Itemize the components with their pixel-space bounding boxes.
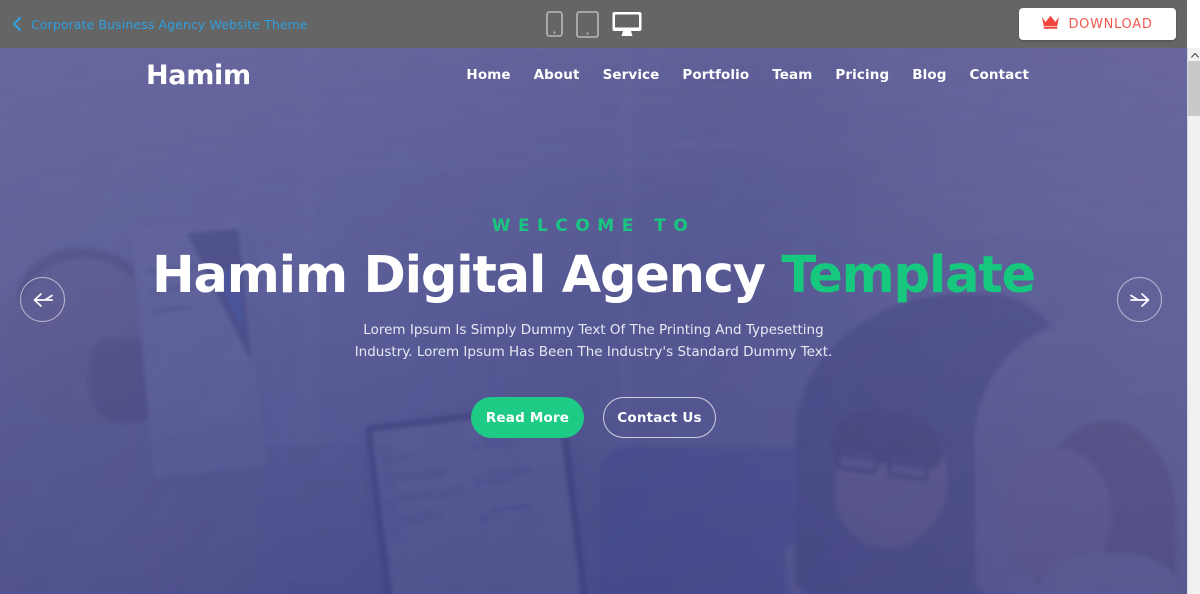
desktop-icon[interactable] (612, 11, 642, 37)
site-logo[interactable]: Hamim (146, 60, 251, 91)
chevron-left-icon[interactable] (11, 16, 22, 32)
tablet-icon[interactable] (575, 10, 599, 38)
toolbar-left-group: Corporate Business Agency Website Theme (0, 16, 420, 32)
hero-subtitle: Lorem Ipsum Is Simply Dummy Text Of The … (354, 322, 833, 361)
arrow-left-icon (32, 292, 54, 308)
arrow-right-icon (1129, 292, 1151, 308)
nav-item-about[interactable]: About (534, 67, 580, 83)
site-header: Hamim Home About Service Portfolio Team … (0, 48, 1187, 102)
nav-item-team[interactable]: Team (772, 67, 812, 83)
download-button[interactable]: DOWNLOAD (1019, 8, 1176, 40)
theme-title-link[interactable]: Corporate Business Agency Website Theme (31, 17, 308, 32)
contact-us-button[interactable]: Contact Us (603, 397, 716, 439)
hero-headline-main: Hamim Digital Agency (152, 246, 782, 305)
nav-item-service[interactable]: Service (603, 67, 660, 83)
page-scrollbar[interactable] (1187, 48, 1200, 594)
read-more-button[interactable]: Read More (471, 397, 584, 439)
nav-item-blog[interactable]: Blog (912, 67, 946, 83)
hero-cta-group: Read More Contact Us (471, 397, 716, 439)
scroll-up-arrow-icon[interactable] (1188, 48, 1200, 61)
crown-icon (1042, 15, 1060, 34)
mobile-icon[interactable] (545, 11, 563, 37)
toolbar-right-group: DOWNLOAD (1019, 8, 1187, 40)
nav-item-home[interactable]: Home (466, 67, 510, 83)
download-label: DOWNLOAD (1068, 16, 1153, 32)
nav-item-contact[interactable]: Contact (969, 67, 1029, 83)
carousel-prev-button[interactable] (20, 277, 65, 322)
hero-headline: Hamim Digital Agency Template (152, 246, 1036, 305)
nav-item-portfolio[interactable]: Portfolio (682, 67, 749, 83)
hero-headline-accent: Template (781, 246, 1036, 305)
preview-toolbar: Corporate Business Agency Website Theme (0, 0, 1187, 48)
site-preview-viewport: Use relevant charts and graphs (0, 48, 1187, 594)
hero-eyebrow: WELCOME TO (491, 216, 696, 236)
scrollbar-thumb[interactable] (1188, 61, 1200, 116)
carousel-next-button[interactable] (1117, 277, 1162, 322)
nav-item-pricing[interactable]: Pricing (835, 67, 889, 83)
hero-section: WELCOME TO Hamim Digital Agency Template… (0, 48, 1187, 594)
main-navigation: Home About Service Portfolio Team Pricin… (466, 67, 1029, 83)
